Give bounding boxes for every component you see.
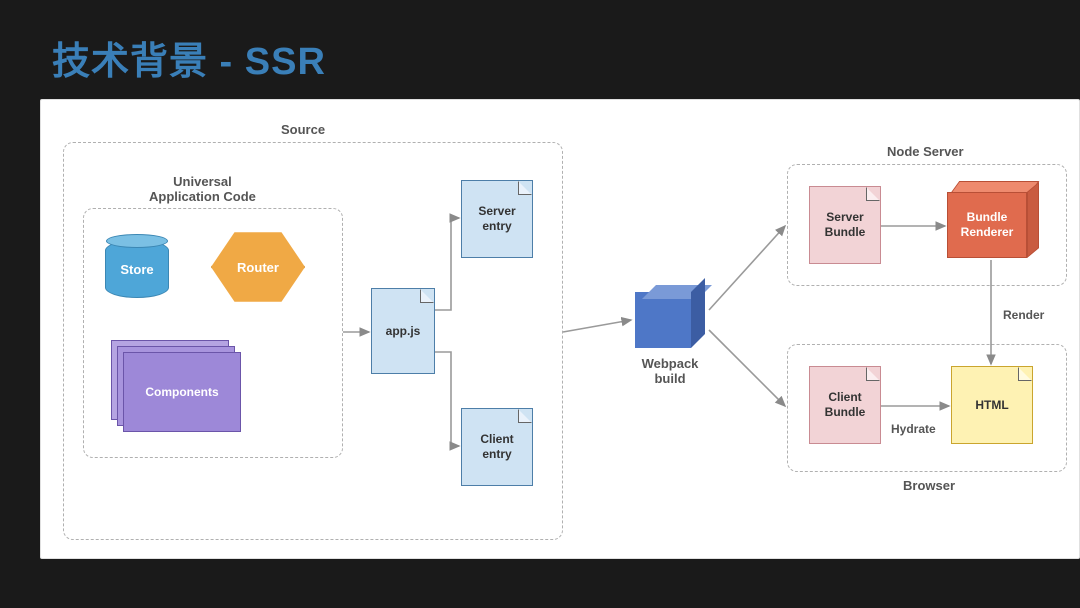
html-node: HTML [951, 366, 1033, 444]
html-label: HTML [975, 398, 1008, 413]
client-entry-node: Client entry [461, 408, 533, 486]
diagram-canvas: Source Universal Application Code Store … [40, 99, 1080, 559]
components-label: Components [145, 385, 218, 399]
appjs-label: app.js [386, 324, 421, 339]
server-bundle-node: Server Bundle [809, 186, 881, 264]
slide-title: 技术背景 - SSR [52, 30, 1040, 85]
group-browser-label: Browser [903, 478, 955, 493]
edge-render-label: Render [1003, 308, 1044, 322]
server-entry-label: Server entry [478, 204, 515, 234]
client-entry-label: Client entry [480, 432, 513, 462]
group-source-label: Source [281, 122, 325, 137]
edge-hydrate-label: Hydrate [891, 422, 936, 436]
group-universal-label: Universal Application Code [149, 174, 256, 204]
server-entry-node: Server entry [461, 180, 533, 258]
group-node-server-label: Node Server [887, 144, 964, 159]
client-bundle-label: Client Bundle [825, 390, 866, 420]
slide: 技术背景 - SSR Source Universal Application … [0, 0, 1080, 608]
store-node: Store [105, 240, 169, 298]
router-label: Router [237, 260, 279, 275]
appjs-node: app.js [371, 288, 435, 374]
store-label: Store [120, 262, 153, 277]
client-bundle-node: Client Bundle [809, 366, 881, 444]
bundle-renderer-label: Bundle Renderer [961, 210, 1014, 240]
webpack-label: Webpack build [635, 356, 705, 386]
components-node: Components [111, 340, 241, 432]
server-bundle-label: Server Bundle [825, 210, 866, 240]
